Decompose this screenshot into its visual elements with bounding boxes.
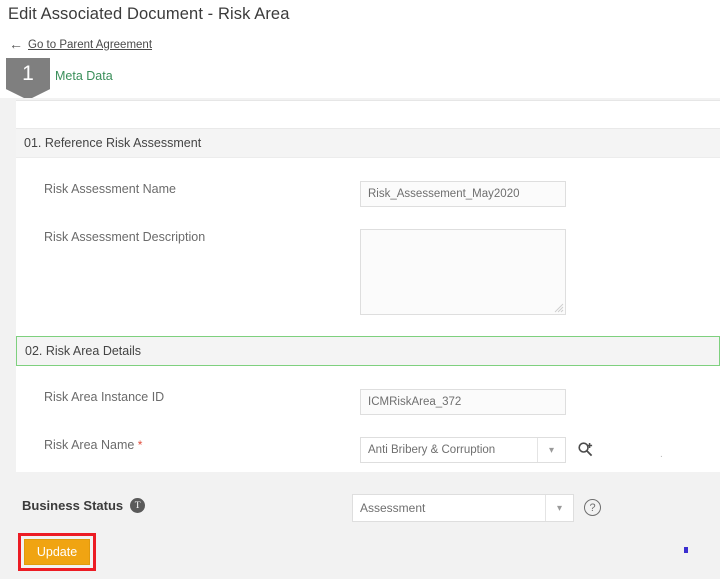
update-button[interactable]: Update xyxy=(24,539,90,565)
field-row-risk-area-name: Risk Area Name * Anti Bribery & Corrupti… xyxy=(24,437,712,463)
business-status-control: Assessment ▾ ? xyxy=(352,494,601,522)
section-header-reference-risk-assessment[interactable]: 01. Reference Risk Assessment xyxy=(16,128,720,158)
label-risk-area-name-text: Risk Area Name xyxy=(44,438,134,452)
section-body-reference-risk-assessment: Risk Assessment Name Risk_Assessement_Ma… xyxy=(24,159,712,335)
help-icon[interactable]: ? xyxy=(584,499,601,516)
label-risk-area-instance-id: Risk Area Instance ID xyxy=(24,389,360,405)
cursor-marker xyxy=(684,547,688,553)
step-strip: 1 Meta Data xyxy=(0,58,720,98)
footer-area: Business Status T xyxy=(0,472,720,579)
parent-agreement-link-row[interactable]: ← Go to Parent Agreement xyxy=(9,38,152,52)
section-title-02: 02. Risk Area Details xyxy=(25,344,141,358)
left-gutter xyxy=(0,98,16,472)
form-panel: 01. Reference Risk Assessment Risk Asses… xyxy=(16,100,720,472)
label-risk-area-name: Risk Area Name * xyxy=(24,437,360,453)
page-title: Edit Associated Document - Risk Area xyxy=(8,5,289,24)
stray-dot-marker: . xyxy=(660,449,663,460)
required-asterisk: * xyxy=(138,438,143,452)
field-row-risk-assessment-name: Risk Assessment Name Risk_Assessement_Ma… xyxy=(24,181,712,207)
select-business-status-value: Assessment xyxy=(353,495,545,521)
update-button-highlight: Update xyxy=(18,533,96,571)
section-title-01: 01. Reference Risk Assessment xyxy=(24,136,201,150)
chevron-down-icon-business-status[interactable]: ▾ xyxy=(545,495,573,521)
label-risk-assessment-description: Risk Assessment Description xyxy=(24,229,360,245)
search-plus-icon[interactable] xyxy=(576,440,596,460)
select-risk-area-name[interactable]: Anti Bribery & Corruption ▾ xyxy=(360,437,566,463)
field-row-risk-assessment-description: Risk Assessment Description xyxy=(24,229,712,315)
business-status-label-row: Business Status T xyxy=(22,498,145,513)
left-arrow-icon: ← xyxy=(9,37,23,51)
field-row-risk-area-instance-id: Risk Area Instance ID ICMRiskArea_372 xyxy=(24,389,712,415)
business-status-label: Business Status xyxy=(22,498,123,513)
label-risk-assessment-name: Risk Assessment Name xyxy=(24,181,360,197)
section-header-risk-area-details[interactable]: 02. Risk Area Details xyxy=(16,336,720,366)
input-risk-assessment-name[interactable]: Risk_Assessement_May2020 xyxy=(360,181,566,207)
textarea-value xyxy=(361,230,565,240)
select-business-status[interactable]: Assessment ▾ xyxy=(352,494,574,522)
step-badge-1[interactable]: 1 xyxy=(6,58,50,100)
input-risk-area-instance-id[interactable]: ICMRiskArea_372 xyxy=(360,389,566,415)
section-body-risk-area-details: Risk Area Instance ID ICMRiskArea_372 Ri… xyxy=(24,367,712,473)
chevron-down-icon[interactable]: ▾ xyxy=(537,438,565,462)
resize-grip-icon[interactable] xyxy=(552,301,564,313)
select-risk-area-name-value: Anti Bribery & Corruption xyxy=(361,438,537,462)
tooltip-icon[interactable]: T xyxy=(130,498,145,513)
step-tab-meta-data[interactable]: Meta Data xyxy=(55,69,113,83)
go-to-parent-agreement-link[interactable]: Go to Parent Agreement xyxy=(28,39,152,51)
textarea-risk-assessment-description[interactable] xyxy=(360,229,566,315)
edit-associated-document-page: Edit Associated Document - Risk Area ← G… xyxy=(0,0,720,579)
